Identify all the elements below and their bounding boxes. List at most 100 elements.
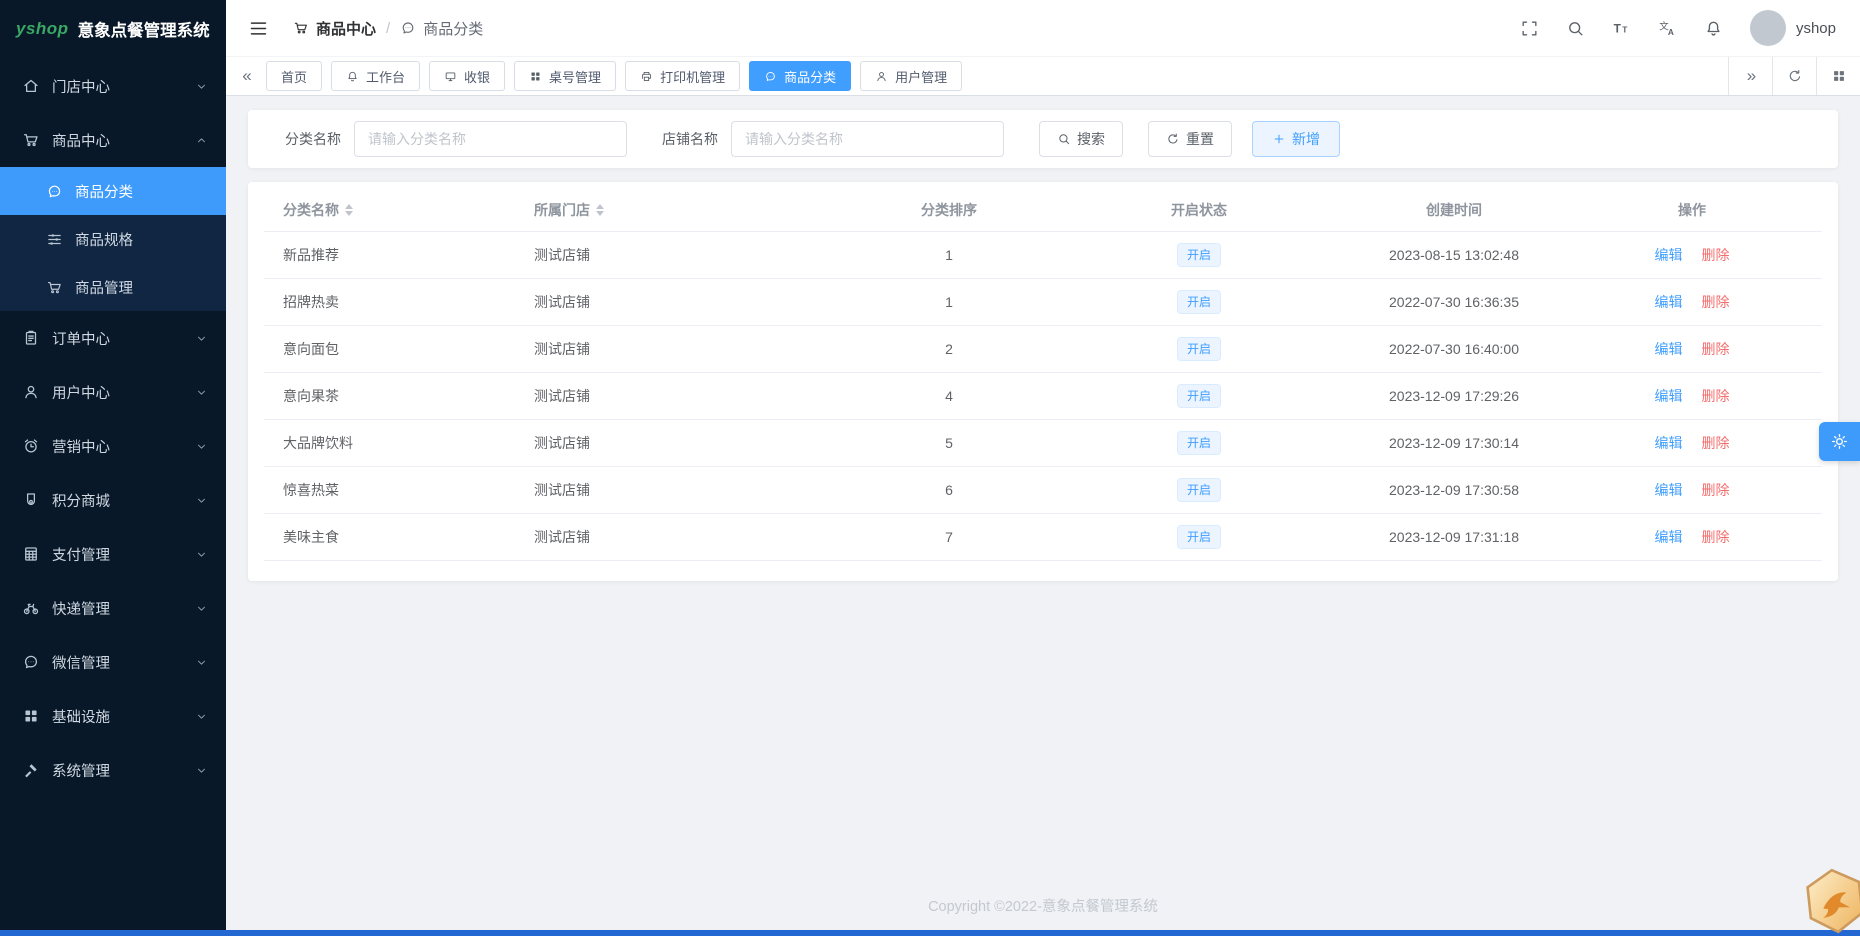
delete-link[interactable]: 删除 [1702, 480, 1730, 500]
comment-icon [400, 20, 416, 36]
breadcrumb-item-product-category[interactable]: 商品分类 [400, 18, 483, 39]
breadcrumb: 商品中心 / 商品分类 [293, 18, 483, 39]
sidebar-item[interactable]: 营销中心 [0, 419, 226, 473]
sidebar-item[interactable]: 用户中心 [0, 365, 226, 419]
medal-icon [22, 491, 40, 509]
edit-link[interactable]: 编辑 [1655, 292, 1683, 312]
reset-button[interactable]: 重置 [1148, 121, 1232, 157]
sidebar-item[interactable]: 商品中心 [0, 113, 226, 167]
sidebar-item[interactable]: 订单中心 [0, 311, 226, 365]
sidebar-item[interactable]: 快递管理 [0, 581, 226, 635]
status-badge[interactable]: 开启 [1176, 384, 1221, 408]
fullscreen-icon[interactable] [1520, 19, 1539, 38]
column-header: 开启状态 [1171, 201, 1227, 218]
cell-category-name: 招牌热卖 [283, 294, 339, 310]
delete-link[interactable]: 删除 [1702, 245, 1730, 265]
tab[interactable]: 首页 [266, 61, 323, 91]
main-area: 商品中心 / 商品分类 TT 文A yshop « 首页 工作台 收银 桌号管理 打印机… [226, 0, 1860, 930]
sidebar-item[interactable]: 积分商城 [0, 473, 226, 527]
breadcrumb-item-product-center[interactable]: 商品中心 [293, 18, 376, 39]
printer-icon [640, 70, 653, 83]
sidebar-item[interactable]: 系统管理 [0, 743, 226, 797]
status-badge[interactable]: 开启 [1176, 431, 1221, 455]
svg-text:A: A [1668, 27, 1674, 37]
cell-category-name: 美味主食 [283, 529, 339, 545]
status-badge[interactable]: 开启 [1176, 290, 1221, 314]
bird-extension-badge[interactable] [1801, 865, 1860, 936]
chevron-up-icon [195, 134, 208, 147]
sidebar-subitem[interactable]: 商品规格 [0, 215, 226, 263]
chevron-down-icon [195, 710, 208, 723]
tab[interactable]: 桌号管理 [514, 61, 617, 91]
delete-link[interactable]: 删除 [1702, 339, 1730, 359]
tab[interactable]: 打印机管理 [625, 61, 741, 91]
page-content: 分类名称 店铺名称 搜索 重置 新增 分类名称所属门店 分类排序 开启状态 创建时间 操… [226, 96, 1860, 930]
cart-icon [22, 131, 40, 149]
sort-caret-icon[interactable] [345, 203, 353, 216]
edit-link[interactable]: 编辑 [1655, 339, 1683, 359]
edit-link[interactable]: 编辑 [1655, 245, 1683, 265]
column-header[interactable]: 所属门店 [534, 200, 824, 220]
logo-yshop: yshop [16, 18, 69, 38]
settings-fab-button[interactable] [1819, 422, 1860, 461]
tab-active[interactable]: 商品分类 [749, 61, 852, 91]
cell-sort-order: 5 [945, 435, 953, 451]
edit-link[interactable]: 编辑 [1655, 527, 1683, 547]
status-badge[interactable]: 开启 [1176, 337, 1221, 361]
category-name-input[interactable] [354, 121, 627, 157]
sidebar-subitem-active[interactable]: 商品分类 [0, 167, 226, 215]
edit-link[interactable]: 编辑 [1655, 480, 1683, 500]
footer-copyright: Copyright ©2022-意象点餐管理系统 [928, 899, 1158, 915]
search-button[interactable]: 搜索 [1039, 121, 1123, 157]
tabs-refresh-icon[interactable] [1772, 57, 1816, 95]
svg-text:T: T [1622, 24, 1627, 34]
sort-caret-icon[interactable] [596, 203, 604, 216]
category-table: 分类名称 所属门店 分类排序 开启状态 创建时间 操作 新品推荐 测试店铺 1 开启 2023-0… [264, 188, 1822, 561]
app-title: 意象点餐管理系统 [77, 21, 210, 40]
tab[interactable]: 收银 [429, 61, 506, 91]
sidebar: yshop 意象点餐管理系统 门店中心 商品中心 商品分类 商品规格 商品管理 订单中心用… [0, 0, 226, 930]
delete-link[interactable]: 删除 [1702, 527, 1730, 547]
alarm-icon [22, 437, 40, 455]
delete-link[interactable]: 删除 [1702, 292, 1730, 312]
sidebar-menu: 门店中心 商品中心 商品分类 商品规格 商品管理 订单中心 用户中心 营销中心 积分商城 支付管理… [0, 57, 226, 930]
edit-link[interactable]: 编辑 [1655, 433, 1683, 453]
app-logo[interactable]: yshop 意象点餐管理系统 [0, 0, 226, 57]
cell-created-time: 2023-12-09 17:30:14 [1389, 435, 1519, 451]
tab-bar: « 首页 工作台 收银 桌号管理 打印机管理 商品分类 用户管理 » [226, 57, 1860, 96]
add-button[interactable]: 新增 [1252, 121, 1340, 157]
table-row: 大品牌饮料 测试店铺 5 开启 2023-12-09 17:30:14 编辑 删除 [264, 420, 1822, 467]
cell-created-time: 2023-12-09 17:31:18 [1389, 529, 1519, 545]
tabs-scroll-right-icon[interactable]: » [1728, 57, 1772, 95]
edit-link[interactable]: 编辑 [1655, 386, 1683, 406]
sidebar-item[interactable]: 支付管理 [0, 527, 226, 581]
cell-sort-order: 4 [945, 388, 953, 404]
search-icon[interactable] [1566, 19, 1585, 38]
delete-link[interactable]: 删除 [1702, 386, 1730, 406]
tabs-options-icon[interactable] [1816, 57, 1860, 95]
cell-sort-order: 6 [945, 482, 953, 498]
tab[interactable]: 工作台 [331, 61, 421, 91]
sidebar-subitem[interactable]: 商品管理 [0, 263, 226, 311]
chevron-down-icon [195, 602, 208, 615]
table-row: 惊喜热菜 测试店铺 6 开启 2023-12-09 17:30:58 编辑 删除 [264, 467, 1822, 514]
user-menu[interactable]: yshop [1749, 10, 1836, 46]
menu-fold-icon[interactable] [248, 18, 269, 39]
tabs-scroll-left-icon[interactable]: « [226, 66, 266, 86]
translate-icon[interactable]: 文A [1658, 19, 1677, 38]
status-badge[interactable]: 开启 [1176, 478, 1221, 502]
tab[interactable]: 用户管理 [860, 61, 963, 91]
notification-bell-icon[interactable] [1704, 19, 1723, 38]
avatar [1749, 10, 1786, 46]
sidebar-item[interactable]: 门店中心 [0, 59, 226, 113]
column-header[interactable]: 分类名称 [264, 200, 534, 220]
sidebar-item[interactable]: 基础设施 [0, 689, 226, 743]
font-size-icon[interactable]: TT [1612, 19, 1631, 38]
status-badge[interactable]: 开启 [1176, 525, 1221, 549]
gavel-icon [22, 761, 40, 779]
status-badge[interactable]: 开启 [1176, 243, 1221, 267]
shop-name-input[interactable] [731, 121, 1004, 157]
sidebar-item[interactable]: 微信管理 [0, 635, 226, 689]
delete-link[interactable]: 删除 [1702, 433, 1730, 453]
grid-icon [22, 707, 40, 725]
